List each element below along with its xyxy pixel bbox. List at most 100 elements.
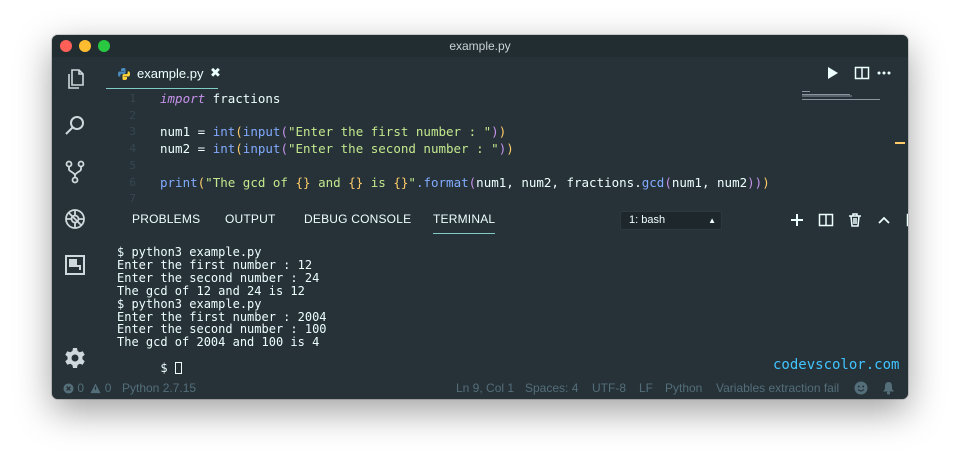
terminal-line: $ python3 example.py (117, 296, 262, 311)
code-text: num1 = int(input("Enter the first number… (160, 123, 506, 140)
source-control-icon[interactable] (63, 160, 87, 184)
problems-status[interactable]: 0 0 (63, 377, 111, 399)
feedback-smiley-icon[interactable] (854, 381, 868, 395)
terminal-select-value: 1: bash (629, 214, 666, 226)
line-number: 1 (129, 92, 136, 105)
code-token: num1, num2 (671, 174, 748, 190)
code-token: int (212, 141, 236, 157)
code-token: "Enter the first number : " (287, 124, 492, 140)
code-token: ( (235, 124, 243, 140)
tab-label: example.py (137, 66, 204, 81)
select-arrows-icon: ▲ (708, 216, 716, 225)
terminal[interactable]: $ python3 example.py Enter the first numb… (98, 236, 908, 377)
line-number: 5 (129, 158, 136, 172)
python-file-icon (118, 67, 130, 80)
tab-debug-console[interactable]: DEBUG CONSOLE (304, 212, 411, 226)
debug-icon[interactable] (63, 207, 87, 231)
terminal-select[interactable]: 1: bash ▲ (620, 211, 722, 230)
search-icon[interactable] (63, 114, 87, 138)
code-token: is (363, 174, 394, 190)
vscode-window: example.py example.py ✖ 1 import fractio… (52, 35, 908, 399)
code-token: ( (235, 141, 243, 157)
code-token: input (242, 141, 281, 157)
terminal-line: Enter the second number : 24 (117, 270, 320, 285)
terminal-prompt[interactable]: $ (117, 349, 182, 375)
python-interpreter[interactable]: Python 2.7.15 (122, 377, 196, 399)
code-token: import (160, 91, 206, 106)
trash-icon[interactable] (847, 212, 863, 228)
split-terminal-icon[interactable] (818, 212, 834, 228)
settings-gear-icon[interactable] (63, 346, 87, 370)
code-line[interactable]: 3 num1 = int(input("Enter the first numbe… (98, 123, 798, 140)
terminal-cursor (174, 362, 182, 375)
cursor-position[interactable]: Ln 9, Col 1 (456, 377, 514, 399)
code-line[interactable]: 5 (98, 157, 798, 174)
line-number: 2 (129, 108, 136, 122)
tab-output[interactable]: OUTPUT (225, 212, 276, 226)
run-icon[interactable] (824, 65, 840, 81)
close-window-button[interactable] (60, 40, 72, 52)
code-token: "Enter the second number : " (287, 141, 499, 157)
code-token: ) (747, 174, 755, 190)
extensions-icon[interactable] (63, 253, 87, 277)
language-mode[interactable]: Python (665, 377, 702, 399)
code-token: "The gcd of (205, 174, 296, 190)
tab-example-py[interactable]: example.py ✖ (106, 57, 221, 89)
code-token: and (310, 174, 349, 190)
more-actions-icon[interactable] (876, 65, 892, 81)
code-token: ( (664, 174, 672, 190)
code-line[interactable]: 2 (98, 107, 798, 124)
code-editor[interactable]: 1 import fractions 2 3 num1 = int(input("Ent… (98, 89, 908, 223)
line-number: 4 (129, 142, 136, 156)
indentation[interactable]: Spaces: 4 (525, 377, 578, 399)
terminal-line: The gcd of 2004 and 100 is 4 (117, 335, 320, 350)
code-text: num2 = int(input("Enter the second numbe… (160, 140, 514, 157)
activity-bar (52, 57, 98, 377)
code-line[interactable]: 6 print("The gcd of {} and {} is {}".form… (98, 174, 798, 191)
code-token: gcd (641, 174, 665, 190)
code-token: print (160, 174, 198, 190)
code-token: ) (491, 124, 499, 140)
code-line[interactable]: 1 import fractions (98, 90, 798, 107)
code-token: ( (280, 124, 288, 140)
explorer-icon[interactable] (63, 67, 87, 91)
code-line[interactable]: 4 num2 = int(input("Enter the second numb… (98, 140, 798, 157)
code-token: fractions (205, 91, 281, 106)
title-bar: example.py (52, 35, 908, 57)
code-token: " (408, 174, 416, 190)
line-number: 3 (129, 125, 136, 139)
code-token: ) (498, 124, 507, 140)
warning-icon (90, 383, 101, 394)
split-editor-icon[interactable] (854, 65, 870, 81)
end-of-line[interactable]: LF (639, 377, 653, 399)
status-message: Variables extraction fail (716, 381, 840, 395)
code-text: import fractions (160, 90, 280, 107)
encoding[interactable]: UTF-8 (592, 377, 626, 399)
tab-close-icon[interactable]: ✖ (210, 65, 221, 81)
minimize-window-button[interactable] (79, 40, 91, 52)
code-token: ) (762, 174, 770, 190)
terminal-line: Enter the first number : 12 (117, 257, 313, 272)
error-count: 0 (77, 381, 85, 395)
warning-count: 0 (104, 381, 112, 395)
tab-terminal[interactable]: TERMINAL (433, 212, 496, 234)
panel-tab-bar: PROBLEMS OUTPUT DEBUG CONSOLE TERMINAL 1: b… (98, 204, 908, 236)
notifications-bell-icon[interactable] (882, 381, 895, 395)
minimap[interactable] (802, 91, 892, 101)
tab-problems[interactable]: PROBLEMS (132, 212, 200, 226)
maximize-panel-chevron-up-icon[interactable] (876, 212, 892, 228)
watermark: codevscolor.com (773, 357, 900, 373)
line-number: 6 (129, 175, 136, 189)
code-token: input (242, 124, 281, 140)
code-token: {} (348, 174, 364, 190)
code-token: num1, num2, fractions. (476, 174, 642, 190)
code-text: print("The gcd of {} and {} is {}".forma… (160, 174, 770, 191)
editor-tab-bar: example.py ✖ (98, 57, 908, 89)
error-icon (63, 383, 74, 394)
toggle-panel-layout-icon[interactable] (906, 212, 908, 228)
window-title: example.py (449, 39, 511, 53)
maximize-window-button[interactable] (98, 40, 110, 52)
status-bar: 0 0 Python 2.7.15 Ln 9, Col 1 Spaces: 4 … (52, 377, 908, 399)
code-token: ) (506, 141, 514, 157)
new-terminal-icon[interactable] (789, 212, 805, 228)
